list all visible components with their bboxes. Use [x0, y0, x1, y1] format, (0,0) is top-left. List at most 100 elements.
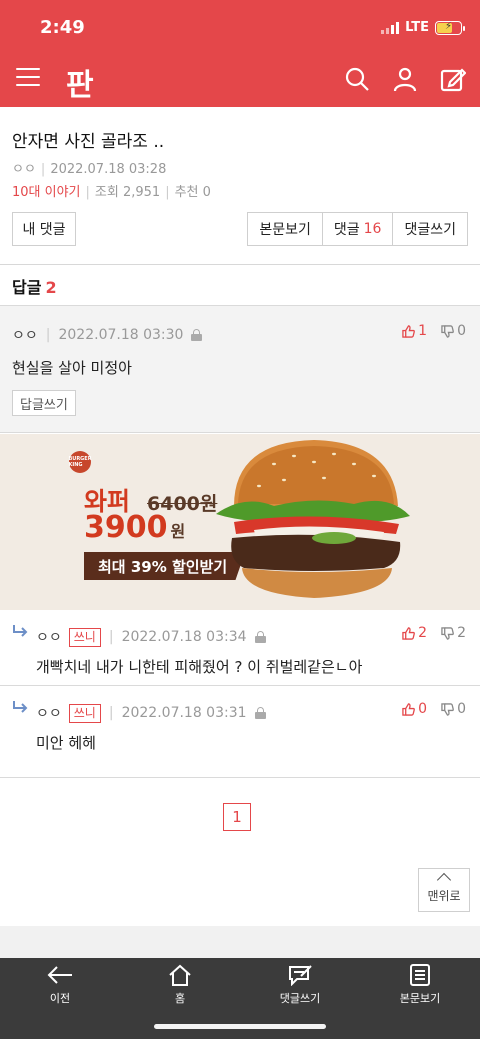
comment-date: 2022.07.18 03:30: [58, 327, 184, 343]
replies-count: 2: [45, 278, 57, 297]
scroll-top-label: 맨위로: [427, 889, 461, 903]
comments-button[interactable]: 댓글 16: [322, 212, 394, 246]
battery-icon: ⚡: [435, 20, 465, 35]
reply-date: 2022.07.18 03:31: [121, 705, 247, 721]
reply-votes: 2 2: [402, 625, 466, 641]
upvote-count: 0: [418, 701, 428, 717]
reply-meta: ㅇㅇ 쓰니 | 2022.07.18 03:34: [36, 627, 266, 647]
parent-comment: ㅇㅇ | 2022.07.18 03:30 1 0 현실을 살아 미정아 답글쓰…: [0, 305, 480, 433]
post-author: ㅇㅇ: [12, 162, 36, 177]
thumbs-up-icon: [402, 702, 416, 716]
reply-votes: 0 0: [402, 701, 466, 717]
replies-title: 답글: [12, 278, 42, 297]
reply-author: ㅇㅇ: [36, 630, 62, 646]
downvote-count: 2: [457, 625, 466, 641]
writer-badge: 쓰니: [68, 627, 101, 647]
reply-author: ㅇㅇ: [36, 706, 62, 722]
post-stats: 10대 이야기 | 조회 2,951 | 추천 0: [12, 185, 211, 200]
comment-author: ㅇㅇ: [12, 328, 38, 344]
post-category[interactable]: 10대 이야기: [12, 185, 81, 200]
lock-icon: [254, 707, 266, 719]
thumbs-up-icon: [402, 626, 416, 640]
nav-home[interactable]: 홈: [120, 964, 240, 1006]
reply-arrow-icon: [13, 701, 28, 713]
app-header: 2:49 LTE ⚡ 판: [0, 0, 480, 107]
views-count: 2,951: [122, 185, 161, 200]
footer-spacer: [0, 926, 480, 958]
writer-badge: 쓰니: [68, 703, 101, 723]
reply-meta: ㅇㅇ 쓰니 | 2022.07.18 03:31: [36, 703, 266, 723]
downvote-button[interactable]: 2: [441, 625, 466, 641]
divider: [0, 264, 480, 265]
compose-icon[interactable]: [440, 66, 466, 92]
post-header: 안자면 사진 골라조 .. ㅇㅇ | 2022.07.18 03:28 10대 이야…: [0, 107, 480, 200]
thumbs-down-icon: [441, 324, 454, 338]
ad-new-price: 3900 원: [84, 510, 186, 545]
home-icon: [169, 964, 191, 986]
user-icon[interactable]: [392, 66, 418, 92]
signal-icon: [381, 21, 400, 34]
nav-write-comment-label: 댓글쓰기: [279, 992, 321, 1005]
bottom-nav: 이전 홈 댓글쓰기 본문보기: [0, 958, 480, 1039]
scroll-top-button[interactable]: 맨위로: [418, 868, 470, 912]
menu-icon[interactable]: [16, 68, 40, 86]
nav-write-comment[interactable]: 댓글쓰기: [240, 964, 360, 1006]
status-indicators: LTE ⚡: [381, 20, 465, 35]
post-action-buttons: 본문보기 댓글 16 댓글쓰기: [247, 212, 468, 246]
chevron-up-icon: [436, 872, 452, 888]
comments-label: 댓글: [333, 222, 360, 238]
burger-king-logo: BURGER KING: [68, 451, 92, 473]
reply-item: ㅇㅇ 쓰니 | 2022.07.18 03:34 2 2 개빡치네 내가 니한테…: [0, 610, 480, 686]
view-body-button[interactable]: 본문보기: [247, 212, 323, 246]
views-label: 조회: [94, 185, 119, 200]
post-title: 안자면 사진 골라조 ..: [12, 132, 165, 152]
reply-item: ㅇㅇ 쓰니 | 2022.07.18 03:31 0 0 미안 헤헤: [0, 686, 480, 778]
reply-text: 미안 헤헤: [36, 734, 96, 752]
burger-ad-banner[interactable]: BURGER KING 와퍼 6400원 3900 원 최대 39% 할인받기: [0, 434, 480, 610]
upvote-button[interactable]: 2: [402, 625, 427, 641]
page-1-button[interactable]: 1: [223, 803, 251, 831]
comment-meta: ㅇㅇ | 2022.07.18 03:30: [12, 325, 203, 345]
downvote-button[interactable]: 0: [441, 701, 466, 717]
app-logo[interactable]: 판: [66, 60, 94, 104]
thumbs-down-icon: [441, 702, 454, 716]
nav-view-body-label: 본문보기: [399, 992, 441, 1005]
network-label: LTE: [405, 20, 429, 35]
nav-home-label: 홈: [174, 992, 186, 1005]
home-indicator: [154, 1024, 326, 1029]
nav-back-label: 이전: [49, 992, 71, 1005]
search-icon[interactable]: [344, 66, 370, 92]
thumbs-down-icon: [441, 626, 454, 640]
upvote-button[interactable]: 1: [402, 323, 427, 339]
upvote-count: 2: [418, 625, 428, 641]
post-meta: ㅇㅇ | 2022.07.18 03:28: [12, 162, 167, 177]
thumbs-up-icon: [402, 324, 416, 338]
comment-votes: 1 0: [402, 323, 466, 339]
comments-count: 16: [363, 221, 382, 237]
lock-icon: [191, 329, 203, 341]
reply-text: 개빡치네 내가 니한테 피해줬어 ? 이 쥐벌레같은ㄴ아: [36, 658, 363, 676]
reply-date: 2022.07.18 03:34: [121, 629, 247, 645]
upvote-count: 1: [418, 323, 428, 339]
nav-view-body[interactable]: 본문보기: [360, 964, 480, 1006]
my-comments-button[interactable]: 내 댓글: [12, 212, 76, 246]
write-comment-button[interactable]: 댓글쓰기: [393, 212, 468, 246]
lock-icon: [254, 631, 266, 643]
reply-arrow-icon: [13, 625, 28, 637]
arrow-left-icon: [47, 966, 72, 984]
replies-heading: 답글 2: [12, 274, 57, 298]
recommend-count: 0: [202, 185, 211, 200]
nav-back[interactable]: 이전: [0, 964, 120, 1006]
upvote-button[interactable]: 0: [402, 701, 427, 717]
write-comment-icon: [289, 965, 312, 986]
status-time: 2:49: [40, 17, 85, 38]
post-date: 2022.07.18 03:28: [50, 162, 167, 177]
comment-text: 현실을 살아 미정아: [12, 359, 132, 377]
document-icon: [410, 964, 430, 986]
recommend-label: 추천: [174, 185, 199, 200]
reply-write-button[interactable]: 답글쓰기: [12, 390, 76, 416]
downvote-button[interactable]: 0: [441, 323, 466, 339]
burger-image: [216, 440, 410, 598]
downvote-count: 0: [457, 323, 466, 339]
downvote-count: 0: [457, 701, 466, 717]
